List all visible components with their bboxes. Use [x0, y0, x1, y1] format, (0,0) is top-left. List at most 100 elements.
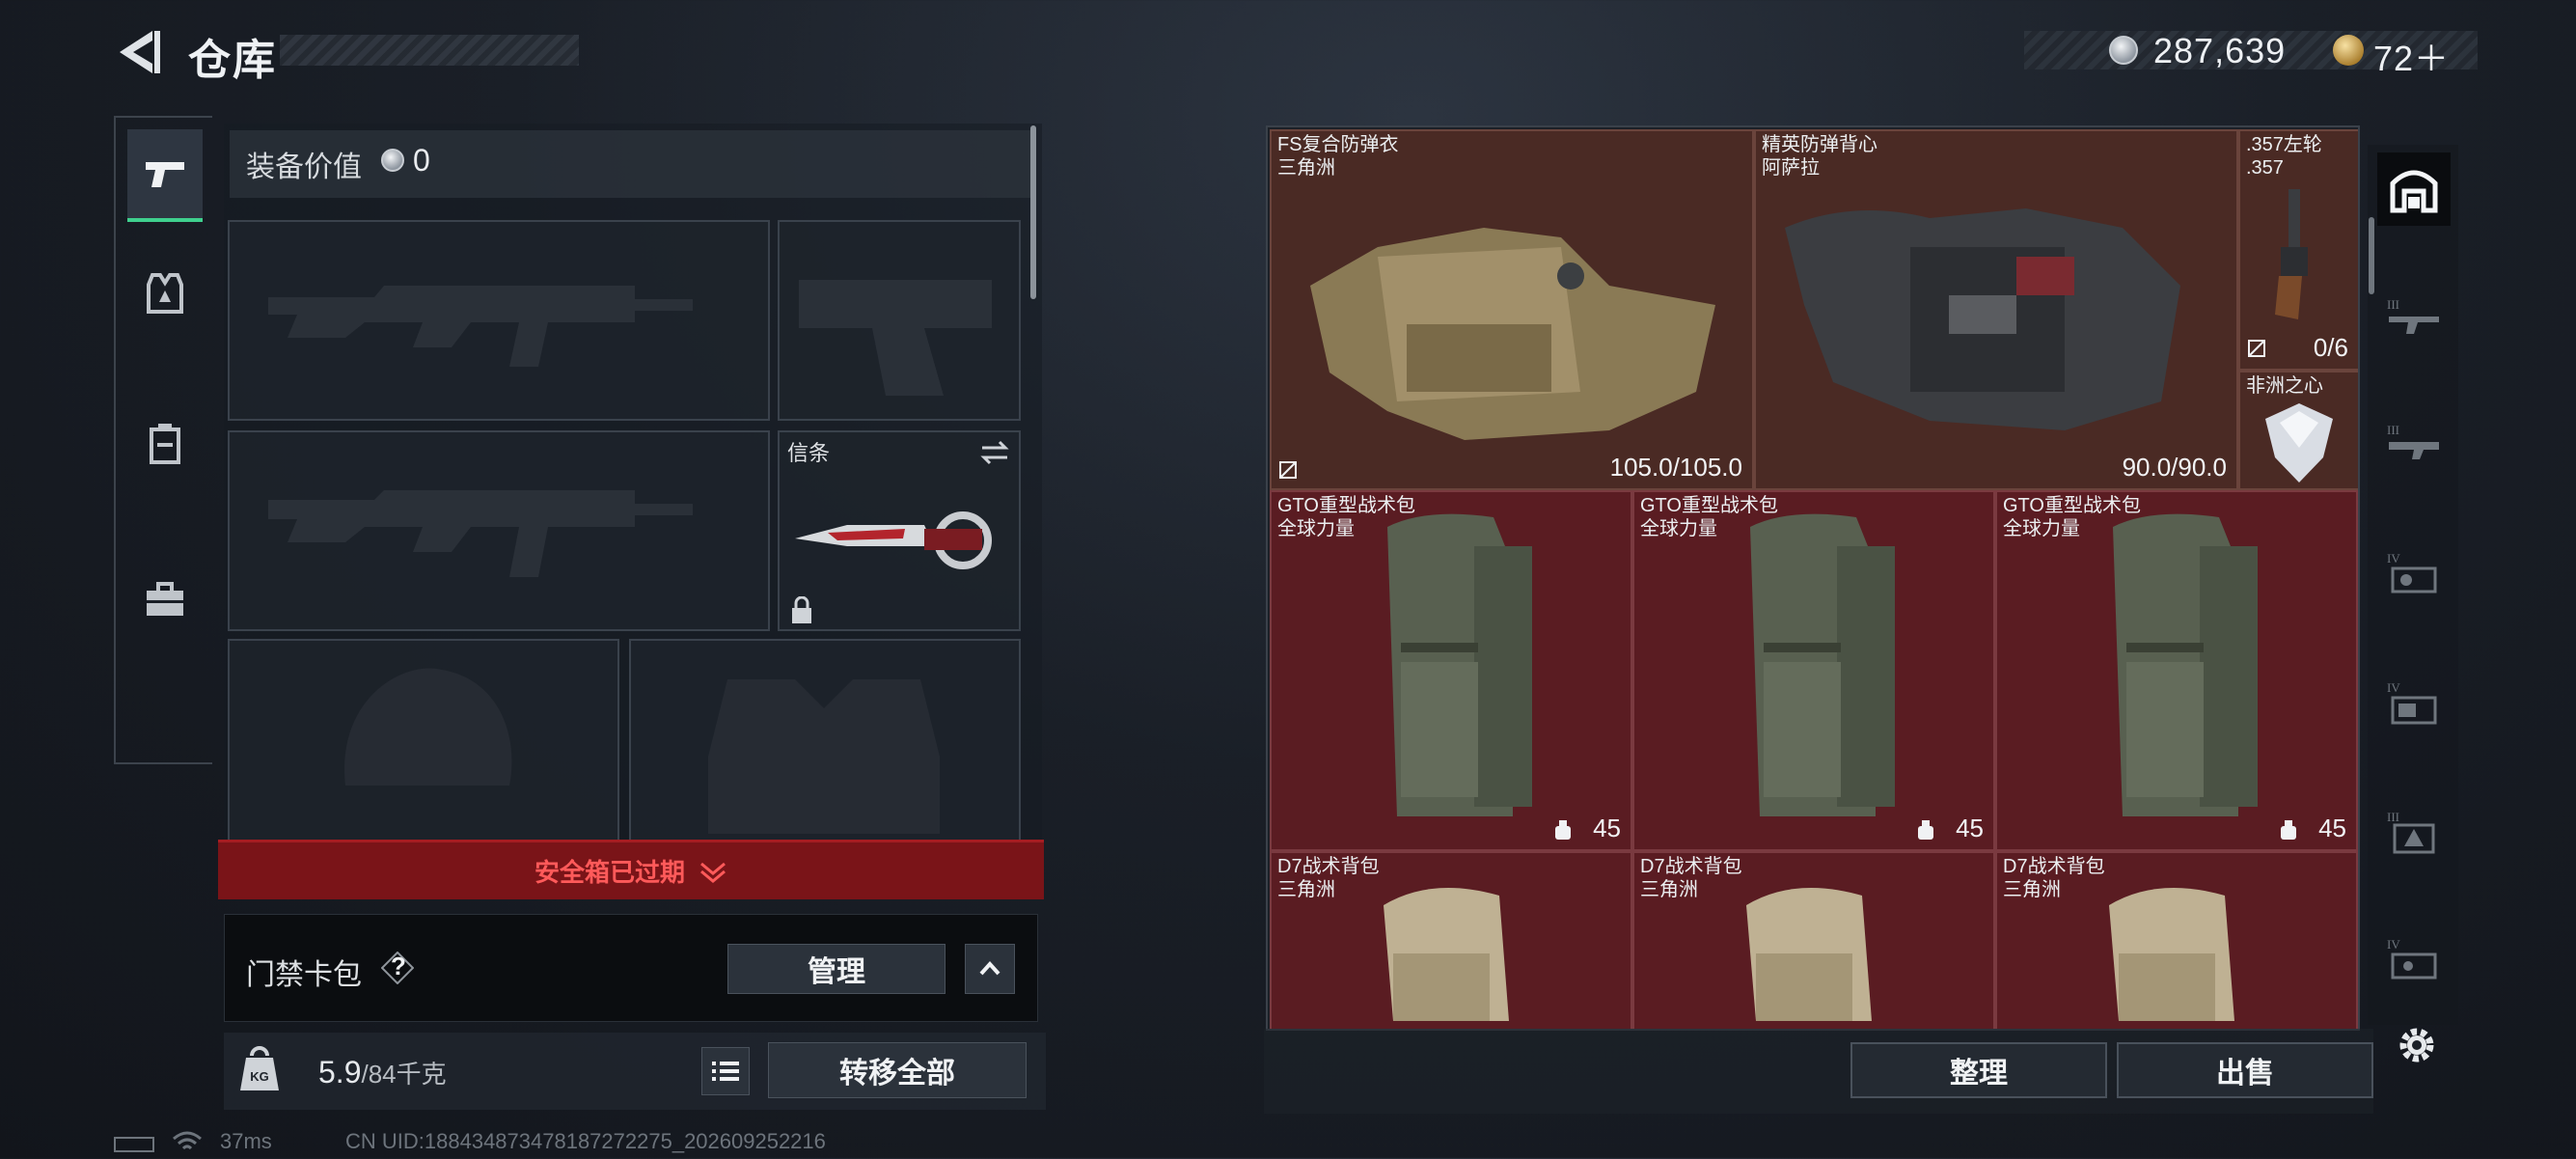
rifle-silhouette-icon: [268, 490, 693, 577]
filter-tier-3-armor[interactable]: III: [2377, 795, 2451, 869]
gto-backpack-image: [1750, 513, 1895, 816]
knife-icon: [795, 511, 992, 569]
ping-text: 37ms: [220, 1129, 272, 1153]
equipment-value-label: 装备价值: [246, 152, 362, 183]
equipment-value: 0: [413, 143, 430, 178]
svg-text:III: III: [2387, 423, 2399, 437]
storage-item-heart-of-africa[interactable]: 非洲之心: [2238, 371, 2358, 490]
pistol-icon: [146, 162, 184, 187]
coin-icon: [2109, 36, 2138, 65]
tab-weapons[interactable]: [127, 129, 203, 222]
svg-text:III: III: [2387, 810, 2399, 824]
d7-backpack-image: [1384, 888, 1509, 1021]
filter-tier-4-device[interactable]: IV: [2377, 666, 2451, 739]
storage-item-backpack[interactable]: GTO重型战术包 全球力量 45: [1632, 490, 1995, 851]
capacity-icon: [1555, 820, 1571, 840]
warehouse-icon: [2390, 170, 2438, 213]
lock-icon: [792, 596, 811, 623]
filter-tier-4-misc[interactable]: IV: [2377, 923, 2451, 996]
chevron-up-icon: [979, 961, 1000, 976]
gto-backpack-image: [1387, 513, 1532, 816]
loadout-tabs: [114, 116, 212, 764]
transfer-all-button[interactable]: 转移全部: [768, 1042, 1027, 1098]
filter-tier-3-attachment[interactable]: III: [2377, 405, 2451, 479]
slot-helmet[interactable]: [228, 639, 619, 842]
durability-icon: [1279, 461, 1297, 479]
gun-part-icon: III: [2387, 423, 2439, 459]
pistol-silhouette-icon: [799, 280, 992, 396]
d7-backpack-image: [2109, 888, 2234, 1021]
collapse-button[interactable]: [965, 944, 1015, 994]
list-icon: [712, 1062, 739, 1081]
storage-item-elite-vest[interactable]: 精英防弹背心 阿萨拉 90.0/90.0: [1754, 129, 2238, 490]
manage-button[interactable]: 管理: [727, 944, 945, 994]
sell-button[interactable]: 出售: [2117, 1042, 2373, 1098]
weight-current: 5.9: [318, 1055, 362, 1090]
back-button[interactable]: [114, 27, 162, 77]
swap-icon[interactable]: [978, 440, 1011, 465]
scrollbar[interactable]: [1030, 125, 1036, 299]
svg-text:III: III: [2387, 297, 2399, 312]
gold-currency-icon: [2333, 35, 2364, 66]
filter-tier-4-scope[interactable]: IV: [2377, 537, 2451, 610]
chevron-down-icon: [700, 862, 726, 883]
slot-body-armor[interactable]: [629, 639, 1021, 842]
item-capacity: 45: [2318, 814, 2346, 842]
item-name: 非洲之心: [2246, 375, 2323, 397]
storage-item-backpack[interactable]: GTO重型战术包 全球力量 45: [1995, 490, 2358, 851]
item-name: FS复合防弹衣 三角洲: [1277, 134, 1399, 179]
capacity-icon: [1918, 820, 1933, 840]
gto-backpack-image: [2113, 513, 2258, 816]
storage-item-backpack[interactable]: D7战术背包 三角洲: [1632, 851, 1995, 1029]
svg-text:KG: KG: [250, 1069, 269, 1084]
weight-max: /84千克: [361, 1060, 447, 1089]
elite-vest-image: [1785, 208, 2180, 430]
filter-tier-3-weapon[interactable]: III: [2377, 280, 2451, 353]
item-capacity: 45: [1593, 814, 1621, 842]
back-arrow-icon: [120, 31, 160, 73]
item-name: D7战术背包 三角洲: [1277, 856, 1380, 900]
gold-balance[interactable]: 72＋: [2373, 31, 2450, 81]
item-name: .357左轮 .357: [2246, 134, 2322, 179]
briefcase-icon: [147, 582, 183, 616]
capacity-icon: [2281, 820, 2296, 840]
item-durability: 90.0/90.0: [2122, 453, 2227, 482]
diamond-gem-image: [2265, 403, 2333, 483]
armor-plate-icon: III: [2387, 810, 2435, 854]
tab-backpack[interactable]: [127, 398, 203, 490]
item-name: D7战术背包 三角洲: [1640, 856, 1742, 900]
item-ammo: 0/6: [2313, 333, 2348, 362]
storage-item-backpack[interactable]: GTO重型战术包 全球力量 45: [1270, 490, 1632, 851]
body-armor-image: [1310, 228, 1715, 440]
safe-box-expired-banner[interactable]: 安全箱已过期: [218, 840, 1044, 899]
slot-melee[interactable]: 信条: [778, 430, 1021, 631]
rifle-silhouette-icon: [268, 286, 693, 367]
d7-backpack-image: [1746, 888, 1872, 1021]
slot-primary-weapon[interactable]: [228, 220, 770, 421]
storage-item-backpack[interactable]: D7战术背包 三角洲: [1995, 851, 2358, 1029]
revolver-image: [2275, 189, 2308, 319]
weight-readout: 5.9/84千克: [318, 1055, 447, 1090]
weight-icon: KG: [238, 1044, 281, 1092]
storage-item-backpack[interactable]: D7战术背包 三角洲: [1270, 851, 1632, 1029]
sort-button[interactable]: 整理: [1850, 1042, 2107, 1098]
storage-item-body-armor[interactable]: FS复合防弹衣 三角洲 105.0/105.0: [1270, 129, 1754, 490]
settings-gear-icon[interactable]: [2393, 1021, 2441, 1069]
slot-second-primary[interactable]: [228, 430, 770, 631]
rail-scrollbar[interactable]: [2369, 217, 2374, 294]
melee-name: 信条: [787, 441, 831, 465]
help-icon[interactable]: ?: [380, 951, 415, 985]
card-pack-label: 门禁卡包: [246, 959, 362, 991]
scope-icon: IV: [2387, 551, 2437, 593]
item-case-icon: IV: [2387, 937, 2437, 980]
item-name: D7战术背包 三角洲: [2003, 856, 2105, 900]
storage-item-revolver[interactable]: .357左轮 .357 0/6: [2238, 129, 2358, 371]
filter-all[interactable]: [2377, 152, 2451, 226]
tab-armor[interactable]: [127, 247, 203, 340]
tab-container[interactable]: [127, 554, 203, 647]
uid-text: CN UID:18843487347818727227​5_2026092522…: [345, 1129, 826, 1153]
list-view-button[interactable]: [701, 1047, 750, 1095]
ammo-icon: [2248, 340, 2265, 357]
svg-text:IV: IV: [2387, 551, 2400, 566]
slot-secondary-weapon[interactable]: [778, 220, 1021, 421]
